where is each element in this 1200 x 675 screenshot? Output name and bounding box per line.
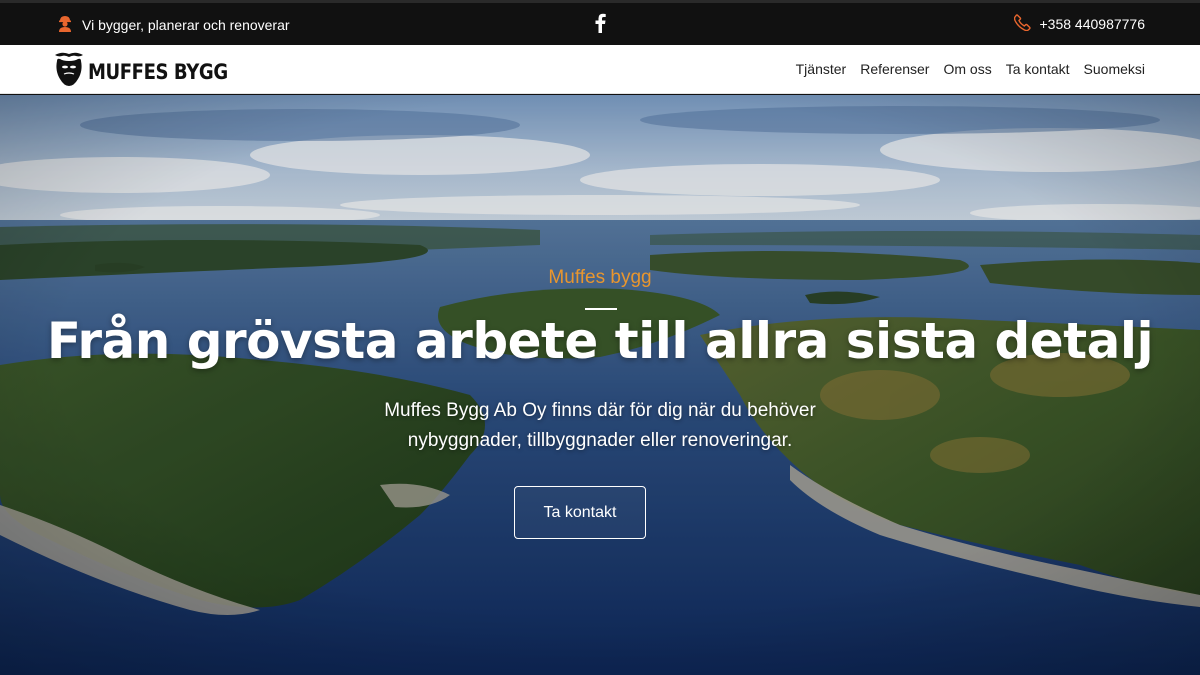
- hero-kicker: Muffes bygg: [548, 267, 652, 288]
- logo[interactable]: MUFFES BYGG: [54, 51, 250, 92]
- nav-item-suomeksi[interactable]: Suomeksi: [1084, 61, 1145, 77]
- hero-background-image: [0, 95, 1200, 675]
- phone-link[interactable]: +358 440987776: [1013, 14, 1146, 34]
- tagline: Vi bygger, planerar och renoverar: [57, 14, 290, 35]
- nav-item-om-oss[interactable]: Om oss: [943, 61, 991, 77]
- top-bar: Vi bygger, planerar och renoverar +358 4…: [0, 0, 1200, 45]
- tagline-text: Vi bygger, planerar och renoverar: [82, 16, 290, 33]
- contact-button[interactable]: Ta kontakt: [514, 486, 646, 539]
- hero-divider: [585, 308, 617, 310]
- nav-item-referenser[interactable]: Referenser: [860, 61, 929, 77]
- facebook-link[interactable]: [593, 13, 607, 36]
- main-header: MUFFES BYGG Tjänster Referenser Om oss T…: [0, 45, 1200, 94]
- main-nav: Tjänster Referenser Om oss Ta kontakt Su…: [796, 61, 1145, 77]
- facebook-icon: [593, 13, 607, 36]
- worker-icon: [57, 14, 73, 35]
- hero-section: Muffes bygg Från grövsta arbete till all…: [0, 95, 1200, 675]
- phone-number: +358 440987776: [1039, 16, 1146, 32]
- nav-item-tjanster[interactable]: Tjänster: [796, 61, 847, 77]
- bearded-face-icon: [54, 51, 84, 92]
- nav-item-ta-kontakt[interactable]: Ta kontakt: [1006, 61, 1070, 77]
- hero-title: Från grövsta arbete till allra sista det…: [46, 312, 1154, 370]
- logo-text: MUFFES BYGG: [88, 59, 228, 84]
- hero-subtitle: Muffes Bygg Ab Oy finns där för dig när …: [384, 400, 816, 451]
- phone-icon: [1013, 14, 1031, 34]
